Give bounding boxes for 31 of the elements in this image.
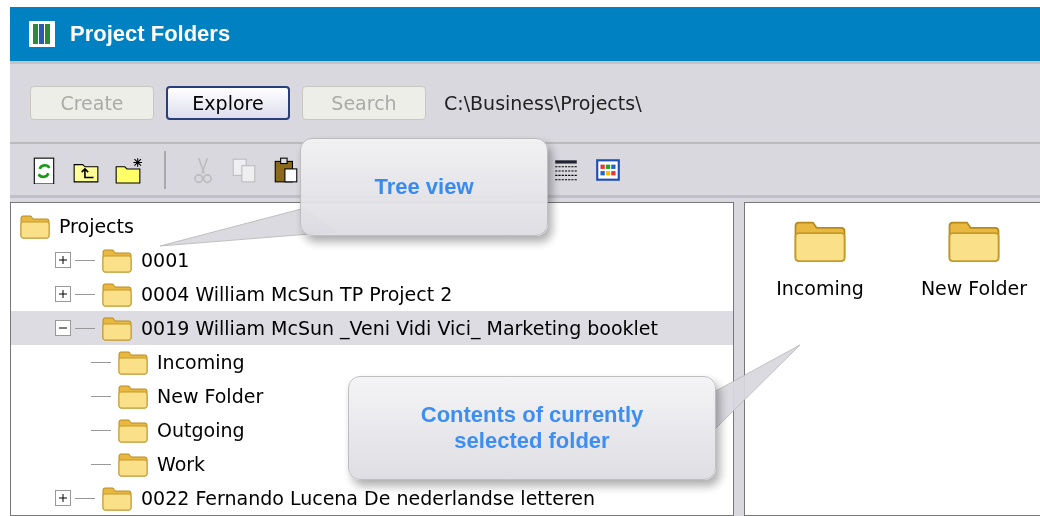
tree-item[interactable]: 0004 William McSun TP Project 2 bbox=[141, 283, 453, 305]
window-title: Project Folders bbox=[70, 20, 231, 47]
folder-icon bbox=[117, 349, 149, 375]
folder-icon bbox=[117, 417, 149, 443]
app-logo-icon bbox=[28, 19, 56, 48]
folder-icon bbox=[117, 383, 149, 409]
expand-icon[interactable] bbox=[55, 252, 71, 268]
folder-label[interactable]: Incoming bbox=[776, 277, 864, 299]
folder-label[interactable]: New Folder bbox=[920, 277, 1028, 299]
new-folder-icon[interactable] bbox=[114, 155, 142, 184]
tree-item[interactable]: Incoming bbox=[157, 351, 245, 373]
callout: Tree view bbox=[300, 138, 548, 236]
folder-icon bbox=[101, 315, 133, 341]
tree-item[interactable]: 0022 Fernando Lucena De nederlandse letteren bbox=[141, 487, 596, 509]
folder-icon bbox=[19, 213, 51, 239]
collapse-icon[interactable] bbox=[55, 320, 71, 336]
tree-item[interactable]: New Folder bbox=[157, 385, 264, 407]
mode-button[interactable]: Explore bbox=[166, 85, 290, 120]
tree-item[interactable]: Work bbox=[157, 453, 206, 475]
folder-icon bbox=[101, 247, 133, 273]
expand-icon[interactable] bbox=[55, 286, 71, 302]
tree-item[interactable]: Projects bbox=[59, 215, 134, 237]
tree-item[interactable]: 0001 bbox=[141, 249, 190, 271]
folder-icon bbox=[117, 451, 149, 477]
tree-item[interactable]: Outgoing bbox=[157, 419, 245, 441]
expand-icon[interactable] bbox=[55, 490, 71, 506]
paste-icon[interactable] bbox=[272, 155, 300, 184]
folder-icon bbox=[101, 281, 133, 307]
folder-icon bbox=[101, 485, 133, 511]
path-text: C:\Business\Projects\ bbox=[444, 91, 642, 114]
callout: Contents of currently selected folder bbox=[348, 376, 716, 480]
